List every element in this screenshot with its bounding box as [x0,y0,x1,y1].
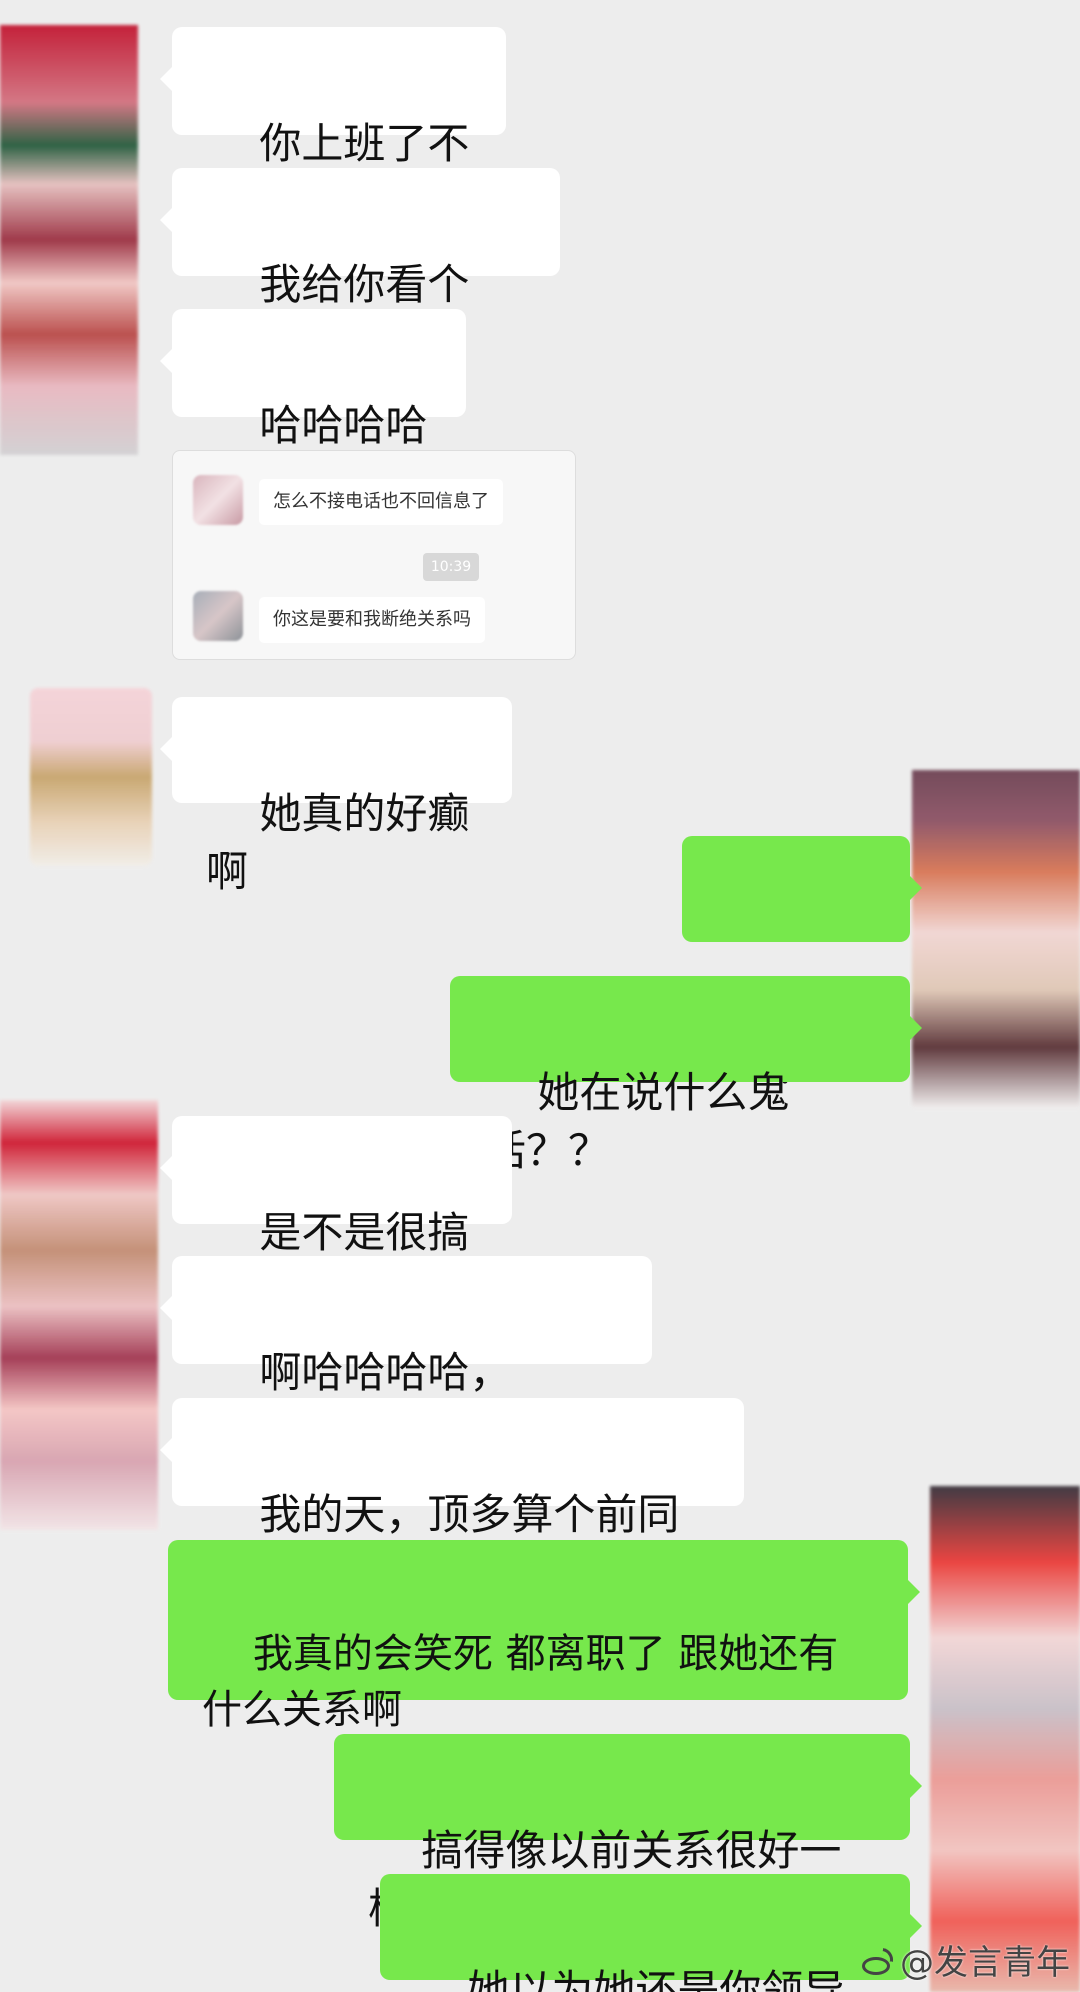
screenshot-message: 怎么不接电话也不回信息了 [259,479,503,525]
blurred-avatar-icon [193,591,243,641]
forwarded-screenshot-card[interactable]: 怎么不接电话也不回信息了 10:39 你这是要和我断绝关系吗 [172,450,576,660]
outgoing-message[interactable]: 她在说什么鬼话？？ [450,976,922,1175]
screenshot-message-text: 怎么不接电话也不回信息了 [273,491,489,512]
screenshot-message: 你这是要和我断绝关系吗 [259,597,485,643]
blurred-avatar-icon [193,475,243,525]
message-text: 我给你看个 [259,260,470,309]
weibo-icon [860,1949,894,1977]
contact-avatar[interactable] [0,1100,158,1530]
incoming-message[interactable]: 你上班了不～ [160,27,506,226]
watermark: @发言青年 [860,1942,1070,1984]
contact-avatar[interactable] [0,25,138,455]
watermark-handle: @发言青年 [900,1943,1070,1983]
message-text: 她真的好癫啊 [206,789,470,896]
user-avatar[interactable] [912,770,1080,1108]
message-text: 我真的会笑死 都离职了 跟她还有 什么关系啊 [202,1631,839,1733]
screenshot-message-text: 你这是要和我断绝关系吗 [273,609,471,630]
incoming-message[interactable]: 哈哈哈哈哈 [160,309,466,508]
outgoing-message[interactable]: 我真的会笑死 都离职了 跟她还有 什么关系啊 [168,1540,920,1733]
incoming-message[interactable]: 我给你看个 [160,168,560,309]
message-text: 她在说什么鬼话？？ [484,1068,790,1175]
message-text: 啊哈哈哈哈， [259,1348,512,1397]
screenshot-time: 10:39 [423,553,479,581]
screenshot-time-text: 10:39 [430,559,472,575]
outgoing-message[interactable]: ？？？？ [682,836,922,1093]
message-text: 她以为她还是你领导啊 [467,1966,846,1992]
user-avatar[interactable] [930,1486,1080,1992]
incoming-message[interactable]: 我的天，顶多算个前同事 [160,1398,744,1597]
outgoing-message[interactable]: 她以为她还是你领导啊 [380,1874,922,1992]
chat-screen: 你上班了不～ 我给你看个 哈哈哈哈哈 怎么不接电话也不回信息了 10:39 你这… [0,0,1080,1992]
incoming-message[interactable]: 是不是很搞笑 [160,1116,512,1315]
outgoing-message[interactable]: 搞得像以前关系很好一样 [334,1734,922,1933]
contact-avatar[interactable] [30,688,152,866]
incoming-message[interactable]: 啊哈哈哈哈， [160,1256,652,1397]
incoming-message[interactable]: 她真的好癫啊 [160,697,512,896]
